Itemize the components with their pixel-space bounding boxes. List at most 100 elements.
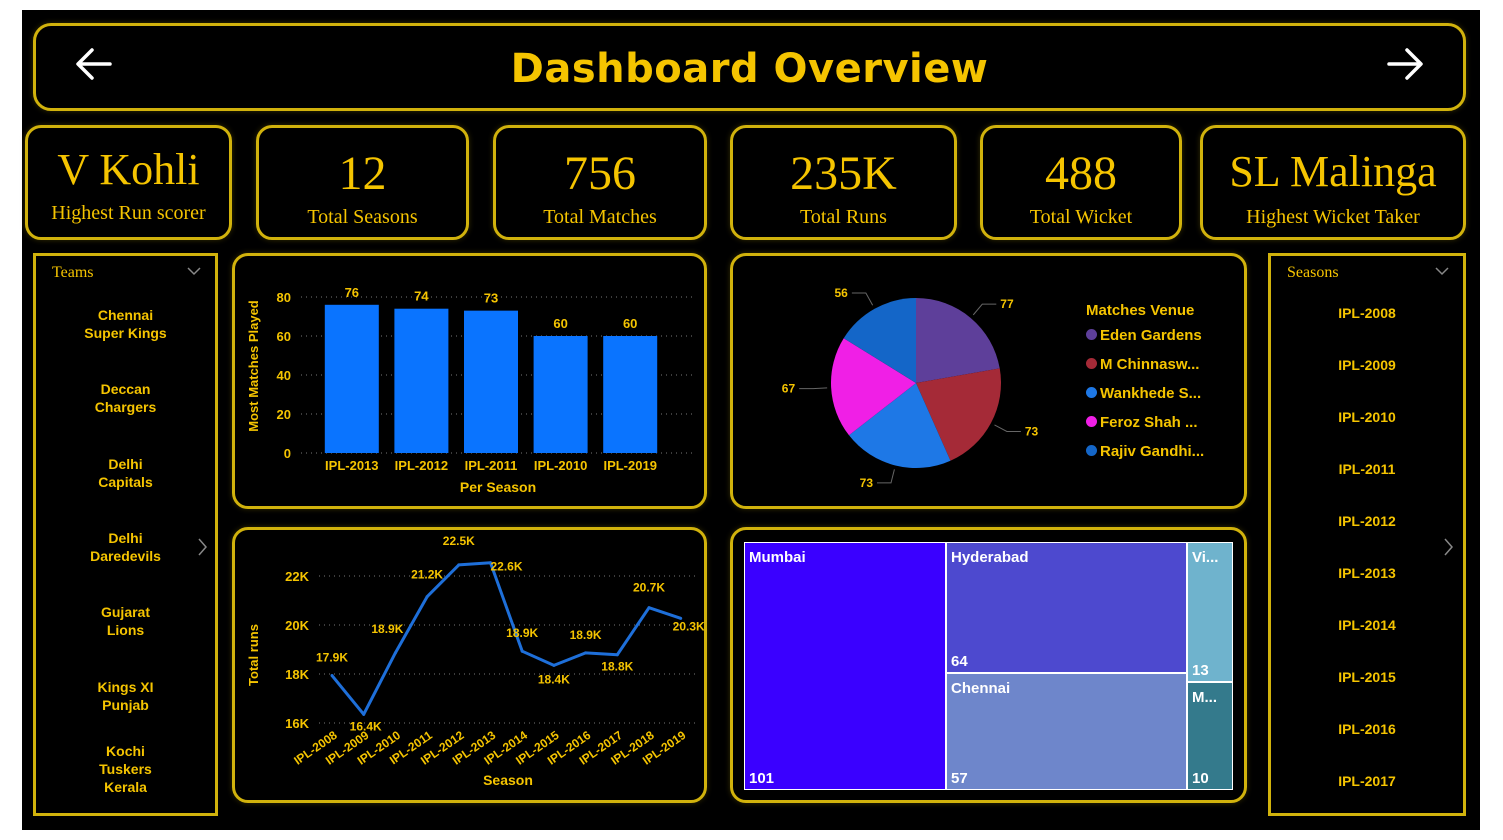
y-tick-label: 0 xyxy=(284,446,291,461)
season-item[interactable]: IPL-2009 xyxy=(1271,356,1463,374)
treemap-cell-value: 101 xyxy=(749,770,775,787)
team-item[interactable]: Kochi Tuskers Kerala xyxy=(36,742,215,796)
bar xyxy=(603,336,658,453)
bar xyxy=(324,304,379,453)
legend-item[interactable]: Wankhede S... xyxy=(1086,385,1201,402)
pie-leader-line xyxy=(877,469,895,484)
point-data-label: 21.2K xyxy=(411,568,443,582)
treemap-cell-value: 10 xyxy=(1192,770,1209,787)
kpi-label: Total Seasons xyxy=(307,206,418,228)
legend-marker xyxy=(1086,358,1097,369)
chevron-right-icon[interactable] xyxy=(1443,538,1453,556)
legend-label: Rajiv Gandhi... xyxy=(1100,443,1205,460)
pie-leader-line xyxy=(972,303,997,316)
pie-data-label: 73 xyxy=(1025,425,1039,439)
data-point xyxy=(425,595,429,599)
team-item[interactable]: Delhi Daredevils xyxy=(36,529,215,565)
header-panel: Dashboard Overview xyxy=(33,23,1466,111)
season-item[interactable]: IPL-2017 xyxy=(1271,772,1463,790)
season-item[interactable]: IPL-2010 xyxy=(1271,408,1463,426)
data-point xyxy=(647,606,651,610)
treemap-cell-label: M... xyxy=(1192,689,1217,706)
x-tick-label: IPL-2013 xyxy=(325,458,378,473)
dashboard-canvas: Dashboard Overview V Kohli Highest Run s… xyxy=(22,10,1480,830)
treemap-cell-label: Mumbai xyxy=(749,549,806,566)
legend-label: Feroz Shah ... xyxy=(1100,414,1198,431)
legend-item[interactable]: Feroz Shah ... xyxy=(1086,414,1198,431)
line-chart: 16K18K20K22K17.9KIPL-200816.4KIPL-200918… xyxy=(246,534,704,788)
pie-leader-line xyxy=(994,424,1021,433)
data-point xyxy=(552,663,556,667)
legend-item[interactable]: Rajiv Gandhi... xyxy=(1086,443,1204,460)
treemap-cell[interactable]: Hyderabad 64 xyxy=(946,542,1187,673)
data-point xyxy=(362,712,366,716)
x-tick-label: IPL-2012 xyxy=(395,458,448,473)
pie-data-label: 67 xyxy=(782,382,796,396)
teams-slicer-title: Teams xyxy=(52,264,94,281)
y-axis-label: Total runs xyxy=(246,624,261,686)
legend-item[interactable]: Eden Gardens xyxy=(1086,327,1202,344)
x-tick-label: IPL-2011 xyxy=(465,458,518,473)
seasons-slicer-title: Seasons xyxy=(1287,264,1339,281)
season-item[interactable]: IPL-2008 xyxy=(1271,304,1463,322)
kpi-label: Total Matches xyxy=(543,206,657,228)
kpi-card-seasons: 12 Total Seasons xyxy=(256,125,469,240)
season-item[interactable]: IPL-2012 xyxy=(1271,512,1463,530)
y-tick-label: 20K xyxy=(285,618,309,633)
point-data-label: 18.8K xyxy=(601,660,633,674)
y-tick-label: 80 xyxy=(277,290,291,305)
point-data-label: 20.7K xyxy=(633,581,665,595)
kpi-label: Total Runs xyxy=(800,206,887,228)
treemap-cell-value: 64 xyxy=(951,653,968,670)
x-tick-label: IPL-2019 xyxy=(603,458,656,473)
legend-item[interactable]: M Chinnasw... xyxy=(1086,356,1199,373)
treemap-cell[interactable]: Mumbai 101 xyxy=(744,542,946,790)
y-tick-label: 18K xyxy=(285,667,309,682)
point-data-label: 22.5K xyxy=(443,534,475,548)
point-data-label: 20.3K xyxy=(673,619,704,633)
treemap-cell[interactable]: Chennai 57 xyxy=(946,673,1187,790)
forward-arrow-icon[interactable] xyxy=(1383,42,1427,86)
chevron-right-icon[interactable] xyxy=(197,538,207,556)
season-item[interactable]: IPL-2014 xyxy=(1271,616,1463,634)
team-item[interactable]: Delhi Capitals xyxy=(36,455,215,491)
treemap-cell[interactable]: M... 10 xyxy=(1187,682,1233,790)
pie-chart-panel: 77 73 73 67 56 Matches Venue Eden Gardens M C… xyxy=(730,253,1247,509)
y-tick-label: 20 xyxy=(277,407,291,422)
kpi-label: Highest Run scorer xyxy=(51,202,206,224)
treemap-panel: Mumbai 101 Hyderabad 64 Chennai 57 Vi... 13 M...… xyxy=(730,527,1247,803)
chevron-down-icon[interactable] xyxy=(187,266,201,276)
treemap-cell[interactable]: Vi... 13 xyxy=(1187,542,1233,682)
treemap: Mumbai 101 Hyderabad 64 Chennai 57 Vi... 13 M...… xyxy=(744,542,1233,790)
point-data-label: 18.9K xyxy=(570,628,602,642)
bar-data-label: 60 xyxy=(553,316,567,331)
treemap-cell-label: Vi... xyxy=(1192,549,1219,566)
team-item[interactable]: Gujarat Lions xyxy=(36,603,215,639)
kpi-label: Highest Wicket Taker xyxy=(1246,206,1420,228)
season-item[interactable]: IPL-2013 xyxy=(1271,564,1463,582)
legend-label: Wankhede S... xyxy=(1100,385,1202,402)
data-point xyxy=(393,651,397,655)
chevron-down-icon[interactable] xyxy=(1435,266,1449,276)
data-point xyxy=(520,649,524,653)
season-item[interactable]: IPL-2011 xyxy=(1271,460,1463,478)
y-tick-label: 60 xyxy=(277,329,291,344)
bar xyxy=(464,310,518,453)
bar-data-label: 74 xyxy=(414,289,429,304)
bar xyxy=(394,308,449,453)
page-title: Dashboard Overview xyxy=(510,46,989,92)
team-item[interactable]: Kings XI Punjab xyxy=(36,678,215,714)
data-point xyxy=(457,563,461,567)
team-item[interactable]: Chennai Super Kings xyxy=(36,306,215,342)
y-tick-label: 22K xyxy=(285,569,309,584)
season-item[interactable]: IPL-2016 xyxy=(1271,720,1463,738)
pie-slice xyxy=(916,298,1000,383)
team-item[interactable]: Deccan Chargers xyxy=(36,380,215,416)
legend-marker xyxy=(1086,416,1097,427)
bar-chart: 0 20 40 60 80 76 IPL-2013 74 IPL-2012 73 IPL-2011 6… xyxy=(246,285,695,495)
point-data-label: 18.9K xyxy=(506,626,538,640)
season-item[interactable]: IPL-2015 xyxy=(1271,668,1463,686)
seasons-slicer[interactable]: Seasons IPL-2008 IPL-2009 IPL-2010 IPL-2011… xyxy=(1268,253,1466,816)
kpi-value: 12 xyxy=(338,147,387,200)
teams-slicer[interactable]: Teams Chennai Super Kings Deccan Chargers… xyxy=(33,253,218,816)
